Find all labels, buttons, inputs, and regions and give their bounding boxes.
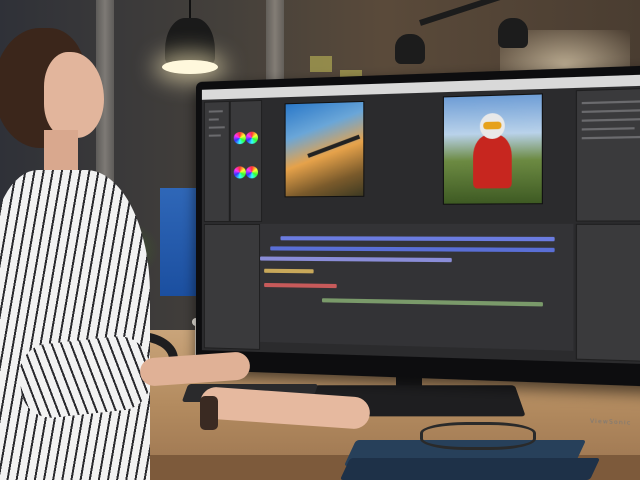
color-panel xyxy=(230,100,262,222)
bracelet xyxy=(200,396,218,430)
rider xyxy=(473,134,512,188)
lamp-light xyxy=(162,60,218,74)
video-clip xyxy=(270,246,554,252)
background-screen xyxy=(160,188,200,296)
photo-scene: ViewSonic xyxy=(0,0,640,480)
track-headers xyxy=(204,224,260,350)
spotlight xyxy=(395,34,425,64)
project-panel xyxy=(204,101,230,222)
pendant-lamp xyxy=(165,18,215,64)
effects-panel xyxy=(576,87,640,222)
audio-clip xyxy=(264,269,314,274)
sticky-note xyxy=(310,56,332,72)
striped-shirt xyxy=(0,170,150,480)
video-clip xyxy=(280,236,554,241)
notebook xyxy=(340,458,600,480)
ultrawide-monitor: ViewSonic xyxy=(196,64,640,387)
color-wheel-icon xyxy=(246,132,258,144)
lamp-cord xyxy=(189,0,191,20)
color-wheel-icon xyxy=(234,166,246,178)
person-arm xyxy=(16,333,153,420)
editing-timeline xyxy=(260,224,573,351)
audio-clip xyxy=(322,298,543,306)
monitor-screen xyxy=(202,74,640,365)
spotlight xyxy=(498,18,528,48)
eyeglasses xyxy=(420,422,536,450)
audio-meter-panel xyxy=(576,224,640,363)
rider-goggles xyxy=(483,122,501,130)
color-wheel-icon xyxy=(234,132,246,144)
bike-handlebars xyxy=(307,135,360,158)
video-clip xyxy=(260,256,452,262)
program-viewer xyxy=(443,93,543,204)
audio-clip xyxy=(264,283,337,288)
source-viewer xyxy=(285,101,365,197)
color-wheel-icon xyxy=(246,166,258,178)
